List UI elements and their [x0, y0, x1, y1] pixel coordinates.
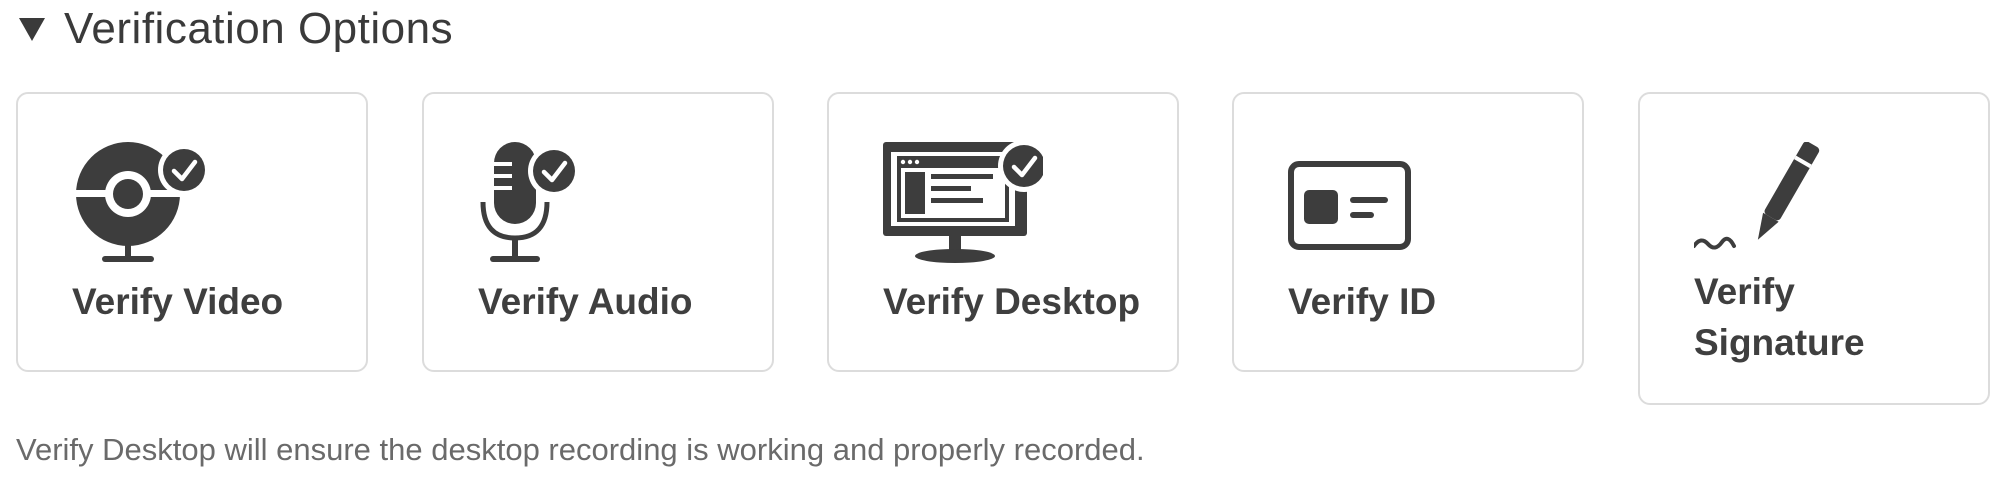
verify-id-card[interactable]: Verify ID — [1232, 92, 1584, 372]
selected-option-description: Verify Desktop will ensure the desktop r… — [16, 432, 1145, 467]
verify-signature-card[interactable]: Verify Signature — [1638, 92, 1990, 405]
webcam-icon — [72, 142, 210, 262]
verify-video-label: Verify Video — [72, 281, 284, 322]
section-title: Verification Options — [64, 4, 454, 53]
verify-video-card[interactable]: Verify Video — [16, 92, 368, 372]
verify-desktop-card[interactable]: Verify Desktop — [827, 92, 1179, 372]
triangle-down-icon — [19, 18, 45, 41]
verify-audio-card[interactable]: Verify Audio — [422, 92, 774, 372]
monitor-icon — [883, 142, 1043, 263]
verify-signature-label: Verify Signature — [1694, 271, 1865, 363]
signature-pen-icon — [1694, 142, 1820, 250]
verify-audio-label: Verify Audio — [478, 281, 693, 322]
section-header-toggle[interactable]: Verification Options — [18, 2, 453, 56]
verify-id-label: Verify ID — [1288, 281, 1437, 322]
microphone-icon — [480, 142, 580, 262]
id-card-icon — [1288, 161, 1411, 250]
verify-desktop-label: Verify Desktop — [883, 281, 1141, 322]
